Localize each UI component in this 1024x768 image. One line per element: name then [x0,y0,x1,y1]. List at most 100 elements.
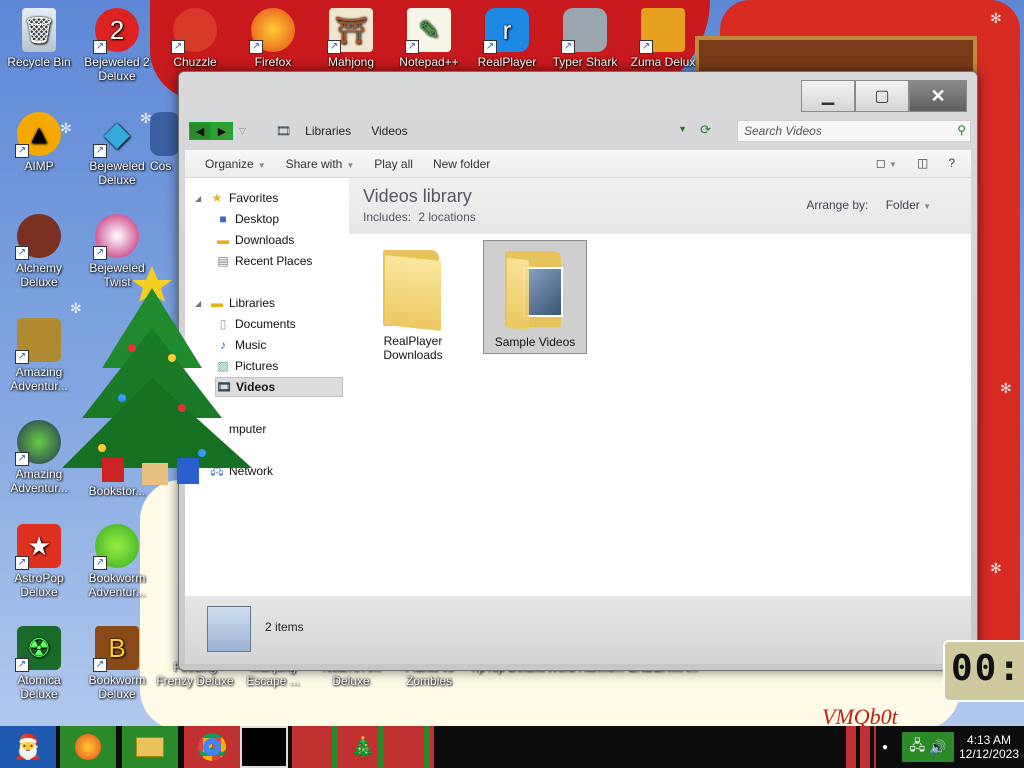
desktop-icon-label: Bejeweled Deluxe [89,159,145,187]
search-icon[interactable]: ⚲ [957,123,966,137]
close-icon: ✕ [930,85,946,106]
desktop-icon-bejeweled[interactable]: ◆ ↗ Bejeweled Deluxe [78,112,156,187]
desktop-icon-atomica[interactable]: ☢ ↗ Atomica Deluxe [0,626,78,701]
arrange-by: Arrange by: Folder ▼ [806,198,931,212]
desktop-icon-notepadpp[interactable]: ✎ ↗ Notepad++ [390,8,468,69]
taskbar-decoration: 🎄 [292,726,434,768]
snowflake-icon: ✻ [990,10,1002,26]
back-arrow-icon: ◀ [195,125,205,138]
clock-time: 4:13 AM [966,733,1012,747]
nav-desktop[interactable]: ■ Desktop [215,209,279,229]
desktop-icon-mahjong[interactable]: ⛩ ↗ Mahjong [312,8,390,69]
star-icon: ★ [211,191,223,205]
amazing-adventures-icon: ↗ [15,318,61,364]
locations-link[interactable]: 2 locations [418,210,475,224]
clock-widget[interactable]: 00:0 [943,640,1024,702]
realplayer-icon: r ↗ [483,8,529,54]
clock-date: 12/12/2023 [958,747,1020,761]
taskbar-blank-window[interactable] [240,726,288,768]
desktop-icon-cos[interactable]: Cos [150,112,180,173]
desktop-icon-label: Typer Shark [552,55,618,69]
maximize-button[interactable]: ▢ [855,80,909,112]
desktop-icon-aimp[interactable]: ▲ ↗ AIMP [0,112,78,173]
taskbar-clock[interactable]: 4:13 AM 12/12/2023 [954,733,1024,761]
desktop-icon-recycle-bin[interactable]: 🗑 Recycle Bin [0,8,78,69]
search-input[interactable]: Search Videos ⚲ [737,120,971,142]
explorer-window[interactable]: ▁ ▢ ✕ ◀ ▶ ▽ 🎞 Libraries Videos ▼ ⟳ Searc… [178,71,978,671]
system-tray: ● 🖧 🔊 4:13 AM 12/12/2023 [845,726,1024,768]
firefox-icon [75,734,101,760]
chevron-down-icon: ▼ [346,160,355,170]
arrange-value: Folder [885,198,920,212]
recent-pages-chevron-icon[interactable]: ▽ [239,126,246,137]
share-with-label: Share with [285,156,343,171]
desktop-icon-label: RealPlayer [477,55,537,69]
notepadpp-icon: ✎ ↗ [405,8,451,54]
recycle-bin-icon: 🗑 [22,8,56,52]
astropop-icon: ★ ↗ [15,524,61,570]
desktop-icon-label: Amazing Adventur... [10,467,68,495]
desktop-icon-zuma[interactable]: ↗ Zuma Delux [624,8,702,69]
taskbar-chrome[interactable] [184,726,240,768]
search-placeholder: Search Videos [744,124,822,138]
library-includes: Includes: 2 locations [363,210,476,224]
videos-library-icon: 🎞 [275,124,292,138]
desktop-icon-typer-shark[interactable]: ↗ Typer Shark [546,8,624,69]
organize-button[interactable]: Organize ▼ [205,157,266,171]
desktop-icon-firefox[interactable]: ↗ Firefox [234,8,312,69]
chevron-down-icon: ▼ [923,202,931,211]
breadcrumb-libraries[interactable]: Libraries [305,124,351,138]
arrange-by-label: Arrange by: [806,198,869,212]
desktop-icon-label: Alchemy Deluxe [15,261,62,289]
atomica-icon: ☢ ↗ [15,626,61,672]
desktop-icon-chuzzle[interactable]: ↗ Chuzzle [156,8,234,69]
desktop-icon-label: Chuzzle [173,55,217,69]
desktop-icon-label: Notepad++ [399,55,459,69]
breadcrumb-videos[interactable]: Videos [371,124,407,138]
taskbar-file-explorer[interactable] [122,726,178,768]
refresh-icon[interactable]: ⟳ [700,122,711,138]
change-view-icon[interactable]: ◻ ▼ [876,156,897,170]
back-button[interactable]: ◀ [189,122,211,140]
folder-label-line2: Downloads [383,348,443,362]
show-hidden-icons-icon[interactable]: ● [882,742,888,753]
desktop-icon-bookworm[interactable]: B ↗ Bookworm Deluxe [78,626,156,701]
address-dropdown-icon[interactable]: ▼ [678,124,687,134]
desktop-icon-label: Bookworm Adventur... [88,571,146,599]
preview-pane-icon[interactable]: ◫ [917,156,928,170]
taskbar: 🎅 🎄 ● 🖧 🔊 4:13 AM 12/12/2023 [0,726,1024,768]
new-folder-button[interactable]: New folder [433,157,490,171]
close-button[interactable]: ✕ [909,80,967,112]
santa-start-icon: 🎅 [13,733,43,761]
arrange-by-dropdown[interactable]: Folder ▼ [886,198,931,212]
library-thumbnail-icon [207,606,251,652]
nav-downloads[interactable]: ▬ Downloads [215,230,294,250]
start-button[interactable]: 🎅 [0,726,56,768]
desktop-icon-label: Mahjong [327,55,375,69]
network-status-icon: 🖧 [909,737,926,753]
clock-widget-digits: 00:0 [951,648,1024,689]
minimize-button[interactable]: ▁ [801,80,855,112]
bejeweled-icon: ◆ ↗ [93,112,139,158]
volume-icon: 🔊 [929,738,947,755]
desktop-icon-label: Amazing Adventur... [10,365,68,393]
forward-arrow-icon: ▶ [217,125,227,138]
share-with-button[interactable]: Share with ▼ [286,157,355,171]
folder-sample-videos[interactable]: Sample Videos [483,240,587,354]
maximize-icon: ▢ [874,88,890,105]
nav-favorites[interactable]: ◢ ★ Favorites [195,188,278,208]
desktop-icon-bejeweled-2[interactable]: 2 ↗ Bejeweled 2 Deluxe [78,8,156,83]
command-bar: Organize ▼ Share with ▼ Play all New folde… [185,150,971,178]
nav-label: Downloads [235,233,295,247]
zuma-icon: ↗ [639,8,685,54]
taskbar-firefox[interactable] [60,726,116,768]
desktop-icon-realplayer[interactable]: r ↗ RealPlayer [468,8,546,69]
forward-button[interactable]: ▶ [211,122,233,140]
desktop-icon-astropop[interactable]: ★ ↗ AstroPop Deluxe [0,524,78,599]
folder-realplayer-downloads[interactable]: RealPlayer Downloads [361,240,465,362]
nav-label: Desktop [235,212,280,226]
help-icon[interactable]: ? [948,156,955,170]
desktop-icon-bookworm-adventures[interactable]: ↗ Bookworm Adventur... [78,524,156,599]
tray-icons[interactable]: 🖧 🔊 [902,732,954,762]
play-all-button[interactable]: Play all [374,157,413,171]
